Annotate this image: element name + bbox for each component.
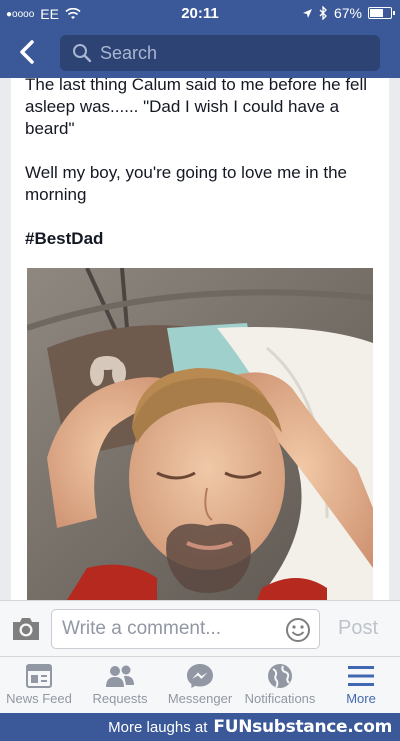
bottom-tab-bar: News Feed Requests Messenger Notificatio… xyxy=(0,656,400,713)
camera-icon[interactable] xyxy=(10,615,42,643)
tab-news-feed[interactable]: News Feed xyxy=(0,657,78,714)
comment-input[interactable] xyxy=(62,618,282,640)
tab-notifications[interactable]: Notifications xyxy=(240,657,320,714)
sleeping-boy-photo xyxy=(27,268,373,600)
messenger-icon xyxy=(187,664,213,688)
battery-icon xyxy=(368,7,395,19)
hamburger-menu-icon xyxy=(348,666,374,686)
watermark-banner: More laughs at FUNsubstance.com xyxy=(0,713,400,741)
post-photo[interactable] xyxy=(27,268,373,600)
top-nav-bar xyxy=(0,28,400,78)
feed-content: The last thing Calum said to me before h… xyxy=(0,78,400,600)
tab-requests[interactable]: Requests xyxy=(80,657,160,714)
tab-label: News Feed xyxy=(6,691,72,706)
chevron-left-icon[interactable] xyxy=(14,36,42,68)
globe-icon xyxy=(268,664,292,688)
friend-requests-icon xyxy=(106,665,134,687)
news-feed-icon xyxy=(26,664,52,688)
battery-percent: 67% xyxy=(333,5,362,21)
post-body: The last thing Calum said to me before h… xyxy=(25,78,380,272)
tab-label: Requests xyxy=(92,691,148,706)
post-text-line: Well my boy, you're going to love me in … xyxy=(25,163,347,204)
comment-field[interactable] xyxy=(51,609,320,649)
tab-messenger[interactable]: Messenger xyxy=(160,657,240,714)
tab-more[interactable]: More xyxy=(322,657,400,714)
post-card: The last thing Calum said to me before h… xyxy=(11,78,389,600)
location-arrow-icon xyxy=(302,8,312,18)
tab-label: Messenger xyxy=(167,691,233,706)
status-bar: ●oooo EE 20:11 67% xyxy=(0,0,400,28)
tab-label: Notifications xyxy=(244,691,316,706)
funsubstance-logo: FUNsubstance.com xyxy=(213,717,392,737)
post-text-line: The last thing Calum said to me before h… xyxy=(25,78,368,138)
bluetooth-icon xyxy=(319,6,327,20)
search-bar[interactable] xyxy=(60,35,380,71)
search-icon xyxy=(73,44,92,63)
smiley-icon[interactable] xyxy=(285,617,311,643)
post-comment-button[interactable]: Post xyxy=(338,617,378,640)
search-input[interactable] xyxy=(100,42,360,64)
banner-text: More laughs at xyxy=(108,718,208,736)
tab-label: More xyxy=(346,691,376,706)
comment-bar: Post xyxy=(0,600,400,656)
hashtag-link[interactable]: #BestDad xyxy=(25,228,380,250)
